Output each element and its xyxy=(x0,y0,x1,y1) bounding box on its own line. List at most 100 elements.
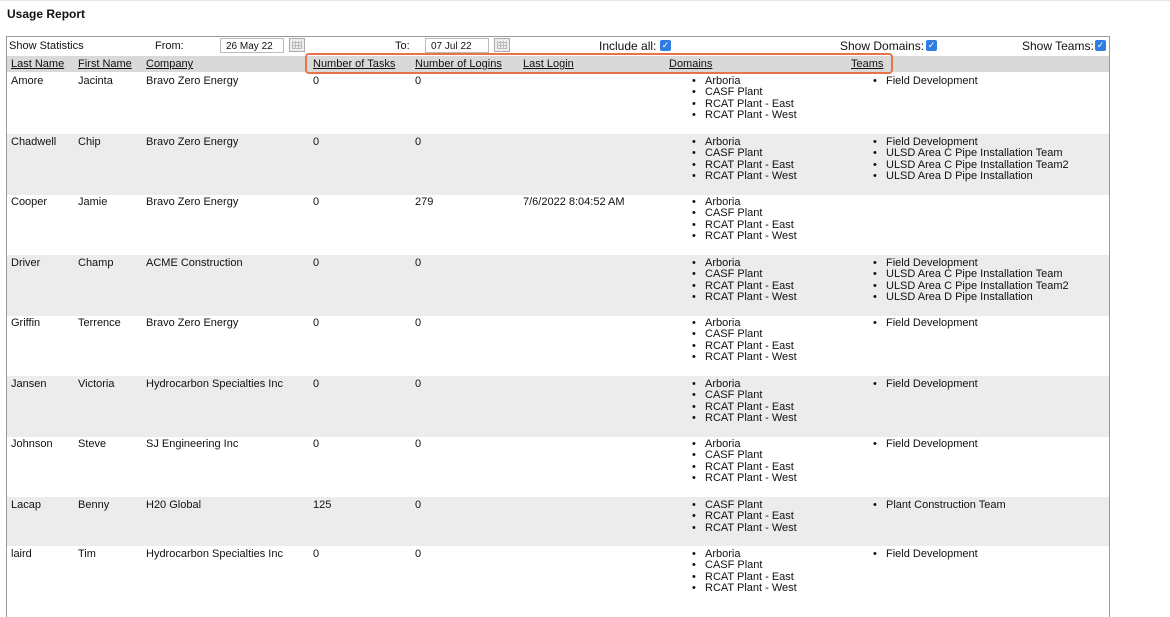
cell-last-name: Jansen xyxy=(11,378,47,390)
table-row: Griffin Terrence Bravo Zero Energy 0 0 Arbori… xyxy=(7,315,1109,376)
cell-company: Bravo Zero Energy xyxy=(146,317,239,329)
cell-last-name: Lacap xyxy=(11,499,41,511)
cell-company: H20 Global xyxy=(146,499,202,511)
cell-tasks: 0 xyxy=(313,257,320,269)
show-domains-checkbox[interactable]: ✓ xyxy=(926,40,937,51)
teams-list: Field Development xyxy=(872,378,978,390)
list-item: Field Development xyxy=(872,548,978,560)
teams-list: Field Development xyxy=(872,317,978,329)
cell-company: Hydrocarbon Specialties Inc xyxy=(146,548,283,560)
domains-list: ArboriaCASF PlantRCAT Plant - EastRCAT P… xyxy=(691,378,797,424)
cell-tasks: 0 xyxy=(313,196,320,208)
filter-bar: Show Statistics From: 26 May 22 To: 07 J… xyxy=(7,37,1109,55)
domains-list: ArboriaCASF PlantRCAT Plant - EastRCAT P… xyxy=(691,438,797,484)
cell-first-name: Victoria xyxy=(78,378,115,390)
to-date-field[interactable]: 07 Jul 22 xyxy=(425,38,489,53)
list-item: CASF Plant xyxy=(691,328,797,340)
cell-tasks: 0 xyxy=(313,75,320,87)
cell-tasks: 0 xyxy=(313,438,320,450)
include-all-label: Include all: xyxy=(599,39,657,53)
show-domains-label: Show Domains: xyxy=(840,39,925,53)
show-teams-checkbox[interactable]: ✓ xyxy=(1095,40,1106,51)
cell-logins: 0 xyxy=(415,438,422,450)
list-item: CASF Plant xyxy=(691,389,797,401)
col-number-of-tasks[interactable]: Number of Tasks xyxy=(313,58,395,70)
cell-company: Bravo Zero Energy xyxy=(146,136,239,148)
list-item: RCAT Plant - East xyxy=(691,510,797,522)
from-calendar-icon[interactable] xyxy=(289,38,305,52)
cell-last-name: Cooper xyxy=(11,196,48,208)
list-item: CASF Plant xyxy=(691,559,797,571)
list-item: RCAT Plant - West xyxy=(691,109,797,121)
cell-last-login: 7/6/2022 8:04:52 AM xyxy=(523,196,625,208)
teams-list: Field Development xyxy=(872,75,978,87)
cell-last-name: Chadwell xyxy=(11,136,57,148)
list-item: ULSD Area D Pipe Installation xyxy=(872,170,1069,182)
from-date-field[interactable]: 26 May 22 xyxy=(220,38,284,53)
cell-logins: 0 xyxy=(415,499,422,511)
table-row: Amore Jacinta Bravo Zero Energy 0 0 ArboriaCA… xyxy=(7,73,1109,134)
cell-company: SJ Engineering Inc xyxy=(146,438,239,450)
cell-logins: 279 xyxy=(415,196,434,208)
list-item: ULSD Area C Pipe Installation Team xyxy=(872,147,1069,159)
teams-list: Field DevelopmentULSD Area C Pipe Instal… xyxy=(872,136,1069,182)
cell-tasks: 0 xyxy=(313,378,320,390)
list-item: CASF Plant xyxy=(691,268,797,280)
show-teams-label: Show Teams: xyxy=(1022,39,1094,53)
page-title: Usage Report xyxy=(7,7,86,21)
cell-company: Bravo Zero Energy xyxy=(146,75,239,87)
domains-list: ArboriaCASF PlantRCAT Plant - EastRCAT P… xyxy=(691,548,797,594)
table-row: Johnson Steve SJ Engineering Inc 0 0 ArboriaC… xyxy=(7,436,1109,497)
table-row: laird Tim Hydrocarbon Specialties Inc 0 0 Arb… xyxy=(7,546,1109,607)
cell-company: ACME Construction xyxy=(146,257,243,269)
include-all-checkbox[interactable]: ✓ xyxy=(660,40,671,51)
list-item: Field Development xyxy=(872,75,978,87)
cell-first-name: Champ xyxy=(78,257,114,269)
top-divider xyxy=(0,0,1170,1)
cell-company: Hydrocarbon Specialties Inc xyxy=(146,378,283,390)
domains-list: ArboriaCASF PlantRCAT Plant - EastRCAT P… xyxy=(691,257,797,303)
from-label: From: xyxy=(155,40,184,52)
list-item: ULSD Area D Pipe Installation xyxy=(872,291,1069,303)
list-item: Field Development xyxy=(872,378,978,390)
table-row: Jansen Victoria Hydrocarbon Specialties In… xyxy=(7,376,1109,437)
col-company[interactable]: Company xyxy=(146,58,193,70)
cell-logins: 0 xyxy=(415,317,422,329)
list-item: CASF Plant xyxy=(691,449,797,461)
list-item: ULSD Area C Pipe Installation Team xyxy=(872,268,1069,280)
cell-tasks: 0 xyxy=(313,548,320,560)
domains-list: CASF PlantRCAT Plant - EastRCAT Plant - … xyxy=(691,499,797,534)
cell-logins: 0 xyxy=(415,378,422,390)
col-last-login[interactable]: Last Login xyxy=(523,58,574,70)
col-domains[interactable]: Domains xyxy=(669,58,712,70)
domains-list: ArboriaCASF PlantRCAT Plant - EastRCAT P… xyxy=(691,136,797,182)
list-item: RCAT Plant - West xyxy=(691,291,797,303)
col-first-name[interactable]: First Name xyxy=(78,58,132,70)
col-last-name[interactable]: Last Name xyxy=(11,58,64,70)
cell-first-name: Benny xyxy=(78,499,110,511)
cell-tasks: 0 xyxy=(313,136,320,148)
cell-first-name: Chip xyxy=(78,136,101,148)
list-item: RCAT Plant - West xyxy=(691,351,797,363)
teams-list: Field Development xyxy=(872,438,978,450)
cell-first-name: Jamie xyxy=(78,196,108,208)
list-item: RCAT Plant - West xyxy=(691,522,797,534)
usage-report-panel: Show Statistics From: 26 May 22 To: 07 J… xyxy=(6,36,1110,617)
col-number-of-logins[interactable]: Number of Logins xyxy=(415,58,502,70)
list-item: RCAT Plant - West xyxy=(691,230,797,242)
cell-last-name: laird xyxy=(11,548,32,560)
cell-first-name: Terrence xyxy=(78,317,121,329)
cell-company: Bravo Zero Energy xyxy=(146,196,239,208)
list-item: Plant Construction Team xyxy=(872,499,1006,511)
domains-list: ArboriaCASF PlantRCAT Plant - EastRCAT P… xyxy=(691,75,797,121)
col-teams[interactable]: Teams xyxy=(851,58,883,70)
cell-last-name: Johnson xyxy=(11,438,53,450)
show-statistics-label: Show Statistics xyxy=(9,40,84,52)
cell-last-name: Driver xyxy=(11,257,41,269)
to-calendar-icon[interactable] xyxy=(494,38,510,52)
list-item: RCAT Plant - West xyxy=(691,412,797,424)
list-item: CASF Plant xyxy=(691,207,797,219)
list-item: CASF Plant xyxy=(691,86,797,98)
cell-tasks: 0 xyxy=(313,317,320,329)
cell-first-name: Tim xyxy=(78,548,96,560)
